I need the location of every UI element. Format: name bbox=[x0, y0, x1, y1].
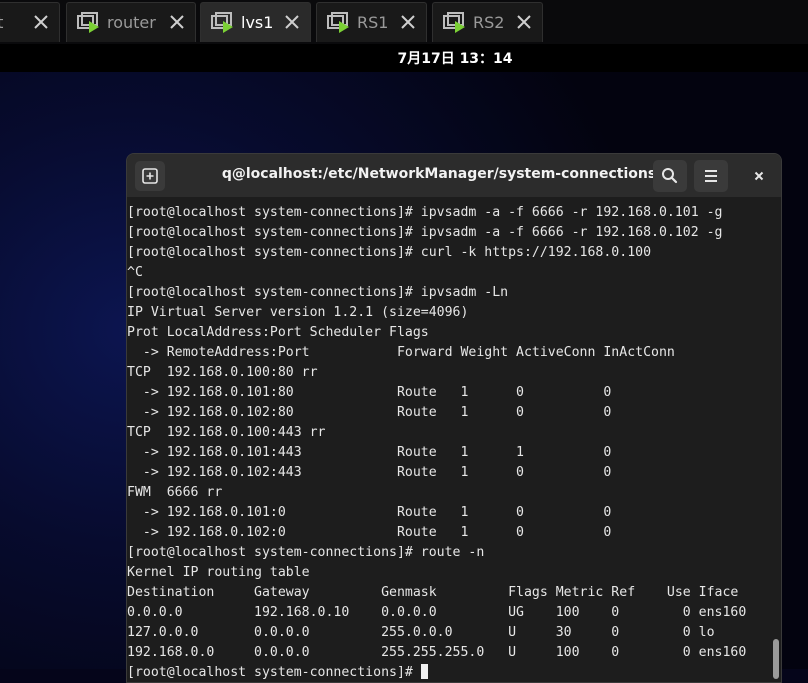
terminal-line: -> 192.168.0.102:443 Route 1 0 0 bbox=[127, 463, 767, 483]
terminal-line-text: IP Virtual Server version 1.2.1 (size=40… bbox=[127, 305, 469, 320]
terminal-line: [root@localhost system-connections]# ipv… bbox=[127, 203, 767, 223]
terminal-line: Prot LocalAddress:Port Scheduler Flags bbox=[127, 323, 767, 343]
terminal-output[interactable]: [root@localhost system-connections]# ipv… bbox=[127, 203, 767, 682]
terminal-line-text: 0.0.0.0 192.168.0.10 0.0.0.0 UG 100 0 0 … bbox=[127, 605, 747, 620]
tab-label: lvs1 bbox=[241, 13, 274, 32]
search-button[interactable] bbox=[653, 160, 687, 192]
tab-router[interactable]: router bbox=[66, 2, 196, 42]
terminal-line: 0.0.0.0 192.168.0.10 0.0.0.0 UG 100 0 0 … bbox=[127, 603, 767, 623]
close-icon[interactable] bbox=[516, 14, 532, 30]
terminal-line-text: Prot LocalAddress:Port Scheduler Flags bbox=[127, 325, 429, 340]
terminal-line-text: TCP 192.168.0.100:443 rr bbox=[127, 425, 326, 440]
hamburger-menu-icon bbox=[705, 170, 717, 182]
terminal-line: [root@localhost system-connections]# bbox=[127, 663, 767, 682]
terminal-line-text: Destination Gateway Genmask Flags Metric… bbox=[127, 585, 739, 600]
terminal-line: Kernel IP routing table bbox=[127, 563, 767, 583]
terminal-line: [root@localhost system-connections]# ipv… bbox=[127, 223, 767, 243]
terminal-line: ^C bbox=[127, 263, 767, 283]
vm-icon bbox=[77, 12, 99, 33]
close-icon[interactable] bbox=[400, 14, 416, 30]
terminal-line-text: -> 192.168.0.102:0 Route 1 0 0 bbox=[127, 525, 612, 540]
tab-lvs1[interactable]: lvs1 bbox=[200, 2, 311, 42]
tab-label: nt bbox=[0, 13, 4, 32]
terminal-line: -> 192.168.0.102:0 Route 1 0 0 bbox=[127, 523, 767, 543]
terminal-line-text: [root@localhost system-connections]# cur… bbox=[127, 245, 652, 260]
vm-icon bbox=[443, 12, 465, 33]
search-icon bbox=[662, 168, 678, 184]
terminal-header: q@localhost:/etc/NetworkManager/system-c… bbox=[127, 154, 781, 197]
terminal-line: [root@localhost system-connections]# ipv… bbox=[127, 283, 767, 303]
terminal-line: [root@localhost system-connections]# cur… bbox=[127, 243, 767, 263]
tab-rs2[interactable]: RS2 bbox=[432, 2, 543, 42]
terminal-line-text: -> 192.168.0.101:0 Route 1 0 0 bbox=[127, 505, 612, 520]
terminal-line-text: -> 192.168.0.101:443 Route 1 1 0 bbox=[127, 445, 612, 460]
terminal-line-text: -> 192.168.0.102:80 Route 1 0 0 bbox=[127, 405, 612, 420]
tab-label: RS2 bbox=[473, 13, 505, 32]
text-cursor bbox=[420, 664, 428, 679]
terminal-line-text: 127.0.0.0 0.0.0.0 255.0.0.0 U 30 0 0 lo bbox=[127, 625, 715, 640]
terminal-line-text: [root@localhost system-connections]# bbox=[127, 665, 421, 680]
clock[interactable]: 7月17日 13：14 bbox=[0, 48, 808, 68]
close-icon[interactable] bbox=[284, 14, 300, 30]
terminal-line: -> 192.168.0.101:80 Route 1 0 0 bbox=[127, 383, 767, 403]
close-window-button[interactable] bbox=[742, 160, 776, 192]
terminal-line: IP Virtual Server version 1.2.1 (size=40… bbox=[127, 303, 767, 323]
terminal-line: -> RemoteAddress:Port Forward Weight Act… bbox=[127, 343, 767, 363]
terminal-line-text: ^C bbox=[127, 265, 143, 280]
terminal-line-text: [root@localhost system-connections]# ipv… bbox=[127, 225, 723, 240]
terminal-line: 192.168.0.0 0.0.0.0 255.255.255.0 U 100 … bbox=[127, 643, 767, 663]
scrollbar[interactable] bbox=[769, 203, 781, 682]
terminal-line: TCP 192.168.0.100:80 rr bbox=[127, 363, 767, 383]
close-icon[interactable] bbox=[169, 14, 185, 30]
menu-button[interactable] bbox=[694, 160, 728, 192]
terminal-line-text: TCP 192.168.0.100:80 rr bbox=[127, 365, 318, 380]
terminal-line-text: -> RemoteAddress:Port Forward Weight Act… bbox=[127, 345, 675, 360]
tab-nt[interactable]: nt bbox=[0, 2, 60, 42]
terminal-line-text: -> 192.168.0.101:80 Route 1 0 0 bbox=[127, 385, 612, 400]
vm-icon bbox=[211, 12, 233, 33]
terminal-line-text: FWM 6666 rr bbox=[127, 485, 223, 500]
close-icon bbox=[754, 171, 764, 181]
terminal-line-text: Kernel IP routing table bbox=[127, 565, 310, 580]
tab-rs1[interactable]: RS1 bbox=[316, 2, 427, 42]
tab-label: RS1 bbox=[357, 13, 389, 32]
terminal-line-text: -> 192.168.0.102:443 Route 1 0 0 bbox=[127, 465, 612, 480]
terminal-line: -> 192.168.0.101:0 Route 1 0 0 bbox=[127, 503, 767, 523]
terminal-line: Destination Gateway Genmask Flags Metric… bbox=[127, 583, 767, 603]
terminal-line-text: [root@localhost system-connections]# rou… bbox=[127, 545, 485, 560]
terminal-line: [root@localhost system-connections]# rou… bbox=[127, 543, 767, 563]
terminal-line-text: 192.168.0.0 0.0.0.0 255.255.255.0 U 100 … bbox=[127, 645, 747, 660]
vm-icon bbox=[327, 12, 349, 33]
terminal-line: 127.0.0.0 0.0.0.0 255.0.0.0 U 30 0 0 lo bbox=[127, 623, 767, 643]
close-icon[interactable] bbox=[33, 14, 49, 30]
terminal-line: -> 192.168.0.101:443 Route 1 1 0 bbox=[127, 443, 767, 463]
terminal-line: FWM 6666 rr bbox=[127, 483, 767, 503]
terminal-window: q@localhost:/etc/NetworkManager/system-c… bbox=[126, 153, 782, 683]
terminal-line: TCP 192.168.0.100:443 rr bbox=[127, 423, 767, 443]
terminal-line-text: [root@localhost system-connections]# ipv… bbox=[127, 285, 509, 300]
terminal-line-text: [root@localhost system-connections]# ipv… bbox=[127, 205, 723, 220]
terminal-line: -> 192.168.0.102:80 Route 1 0 0 bbox=[127, 403, 767, 423]
scrollbar-thumb[interactable] bbox=[773, 639, 779, 679]
tab-bar: nt router lvs1 RS1 bbox=[0, 0, 808, 44]
tab-label: router bbox=[107, 13, 156, 32]
